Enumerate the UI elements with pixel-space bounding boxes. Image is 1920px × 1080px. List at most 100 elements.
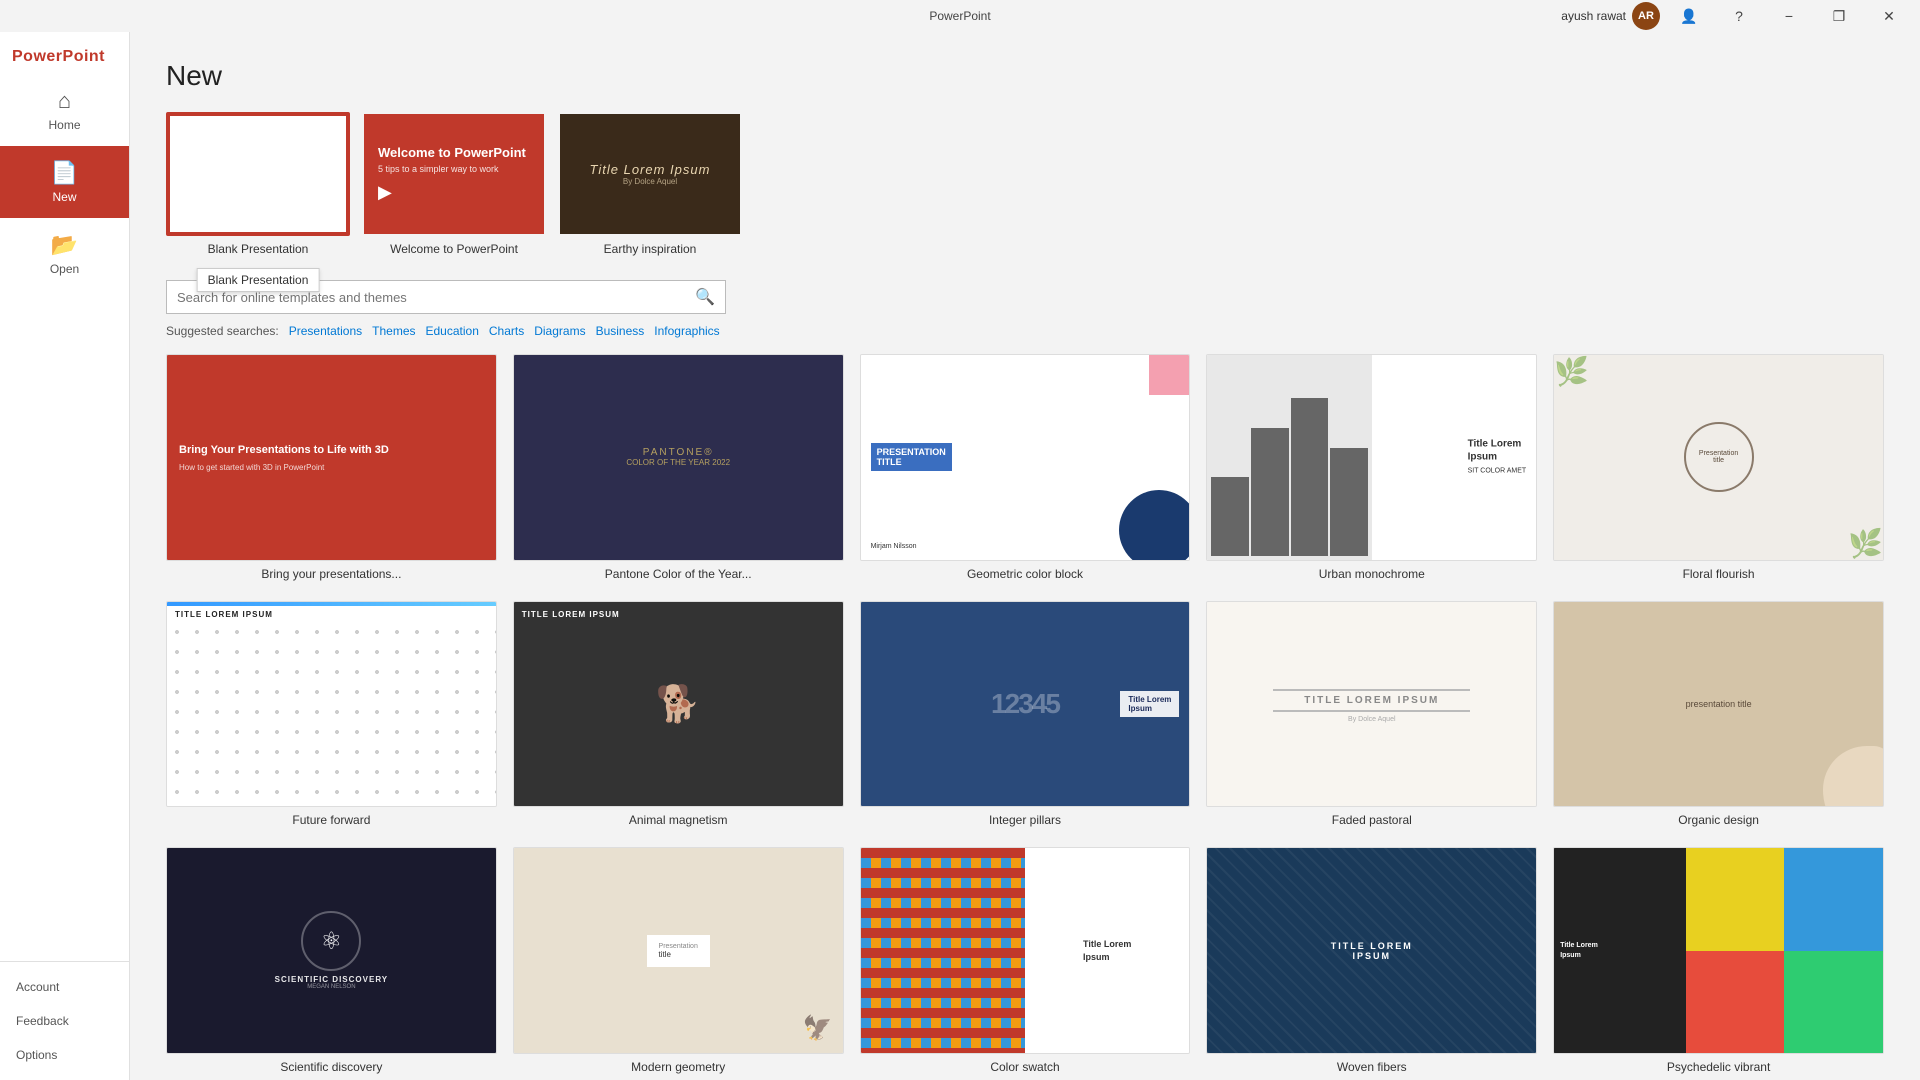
animal-label: Animal magnetism [513,813,844,827]
pantone-thumb: PANTONE® COLOR OF THE YEAR 2022 [513,354,844,561]
earthy-label: Earthy inspiration [558,242,742,256]
organic-preview: presentation title [1554,602,1883,807]
animal-dog-icon: 🐕 [656,683,701,725]
woven-thumb: TITLE LOREMIPSUM [1206,847,1537,1054]
modern-preview: Presentation title 🦅 [514,848,843,1053]
faded-title: TITLE LOREM IPSUM [1304,695,1439,706]
sidebar-item-new[interactable]: 📄 New [0,146,129,218]
template-card-psyche[interactable]: Title LoremIpsum Psychedelic vibrant [1553,847,1884,1074]
featured-card-welcome[interactable]: Welcome to PowerPoint 5 tips to a simple… [362,112,546,256]
template-card-pantone[interactable]: PANTONE® COLOR OF THE YEAR 2022 Pantone … [513,354,844,581]
integer-label: Integer pillars [860,813,1191,827]
urban-bar-1 [1211,477,1249,556]
future-bar [167,602,496,606]
suggest-education[interactable]: Education [426,324,479,338]
geo-sub: Mirjam Nilsson [871,543,917,550]
welcome-sub: 5 tips to a simpler way to work [378,164,499,174]
page-title: New [166,60,1884,92]
faded-bar-top [1273,689,1470,691]
integer-preview: 12345 Title LoremIpsum [861,602,1190,807]
user-avatar[interactable]: AR [1632,2,1660,30]
earthy-title: Title Lorem Ipsum [590,162,711,177]
modern-thumb: Presentation title 🦅 [513,847,844,1054]
minimize-button[interactable]: − [1766,0,1812,32]
sidebar-item-home[interactable]: ⌂ Home [0,74,129,146]
suggest-diagrams[interactable]: Diagrams [534,324,585,338]
swatch-right: Title LoremIpsum [1025,848,1189,1053]
template-card-faded[interactable]: TITLE LOREM IPSUM By Dolce Aquel Faded p… [1206,601,1537,828]
sidebar-item-options[interactable]: Options [0,1038,129,1072]
featured-card-earthy[interactable]: Title Lorem Ipsum By Dolce Aquel Earthy … [558,112,742,256]
integer-card: Title LoremIpsum [1120,691,1179,717]
suggest-infographics[interactable]: Infographics [654,324,719,338]
suggested-label: Suggested searches: [166,324,279,338]
swatch-thumb: Title LoremIpsum [860,847,1191,1054]
welcome-icon: ▶ [378,182,392,203]
template-card-organic[interactable]: presentation title Organic design [1553,601,1884,828]
search-button[interactable]: 🔍 [695,287,715,307]
template-card-geometric[interactable]: PRESENTATIONTITLE Mirjam Nilsson Geometr… [860,354,1191,581]
sidebar-item-feedback[interactable]: Feedback [0,1004,129,1038]
help-button[interactable]: ? [1716,0,1762,32]
urban-text: Title LoremIpsumSIT COLOR AMET [1468,438,1527,477]
swatch-label: Color swatch [860,1060,1191,1074]
blank-thumb [166,112,350,236]
suggest-business[interactable]: Business [596,324,645,338]
floral-icon-br: 🌿 [1848,527,1883,560]
suggest-presentations[interactable]: Presentations [289,324,362,338]
woven-preview: TITLE LOREMIPSUM [1207,848,1536,1053]
suggested-searches: Suggested searches: Presentations Themes… [166,324,1884,338]
welcome-title: Welcome to PowerPoint [378,145,526,160]
integer-nums: 12345 [991,688,1059,720]
sidebar-item-account[interactable]: Account [0,970,129,1004]
psyche-right [1686,848,1883,1053]
app-title: PowerPoint [929,9,990,23]
suggest-themes[interactable]: Themes [372,324,415,338]
sidebar-brand: PowerPoint [0,32,129,74]
integer-thumb: 12345 Title LoremIpsum [860,601,1191,808]
psyche-text: Title LoremIpsum [1560,941,1598,961]
restore-button[interactable]: ❐ [1816,0,1862,32]
close-button[interactable]: ✕ [1866,0,1912,32]
template-card-swatch[interactable]: Title LoremIpsum Color swatch [860,847,1191,1074]
urban-bar-4 [1330,448,1368,556]
faded-label: Faded pastoral [1206,813,1537,827]
urban-preview: Title LoremIpsumSIT COLOR AMET [1207,355,1536,560]
suggest-charts[interactable]: Charts [489,324,524,338]
swatch-left [861,848,1025,1053]
organic-label: Organic design [1553,813,1884,827]
modern-card: Presentation title [647,935,710,967]
new-icon: 📄 [51,160,78,186]
template-card-floral[interactable]: 🌿 Presentationtitle 🌿 Floral flourish [1553,354,1884,581]
floral-circle: Presentationtitle [1684,422,1754,492]
template-card-woven[interactable]: TITLE LOREMIPSUM Woven fibers [1206,847,1537,1074]
template-card-bring[interactable]: Bring Your Presentations to Life with 3D… [166,354,497,581]
blank-label: Blank Presentation [166,242,350,256]
woven-label: Woven fibers [1206,1060,1537,1074]
template-card-future[interactable]: TITLE LOREM IPSUM Future forward [166,601,497,828]
template-card-modern[interactable]: Presentation title 🦅 Modern geometry [513,847,844,1074]
scientific-thumb: ⚛ SCIENTIFIC DISCOVERY MEGAN NELSON [166,847,497,1054]
profile-button[interactable]: 👤 [1666,0,1712,32]
user-info: ayush rawat AR 👤 [1561,0,1712,32]
geo-text: PRESENTATIONTITLE [871,443,952,471]
geo-circle [1119,490,1189,560]
woven-text: TITLE LOREMIPSUM [1331,941,1413,961]
future-title: TITLE LOREM IPSUM [175,610,273,619]
organic-thumb: presentation title [1553,601,1884,808]
featured-card-blank[interactable]: Blank Presentation Blank Presentation [166,112,350,256]
sci-atom-icon: ⚛ [321,927,343,956]
template-card-animal[interactable]: TITLE LOREM IPSUM 🐕 Animal magnetism [513,601,844,828]
urban-thumb: Title LoremIpsumSIT COLOR AMET [1206,354,1537,561]
template-card-urban[interactable]: Title LoremIpsumSIT COLOR AMET Urban mon… [1206,354,1537,581]
sidebar-item-open[interactable]: 📂 Open [0,218,129,290]
welcome-thumb-wrapper: Welcome to PowerPoint 5 tips to a simple… [362,112,546,236]
floral-icon-tl: 🌿 [1554,355,1589,388]
floral-preview: 🌿 Presentationtitle 🌿 [1554,355,1883,560]
faded-sub: By Dolce Aquel [1348,716,1395,723]
bring-thumb: Bring Your Presentations to Life with 3D… [166,354,497,561]
organic-blob [1823,746,1883,806]
template-card-scientific[interactable]: ⚛ SCIENTIFIC DISCOVERY MEGAN NELSON Scie… [166,847,497,1074]
template-card-integer[interactable]: 12345 Title LoremIpsum Integer pillars [860,601,1191,828]
open-icon: 📂 [51,232,78,258]
